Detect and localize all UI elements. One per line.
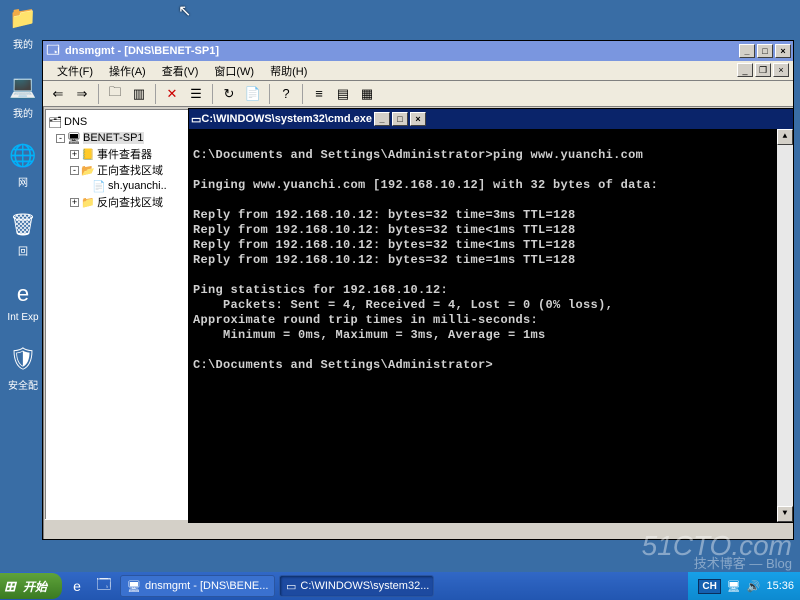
quicklaunch-desktop[interactable]: 🗔 <box>92 574 116 598</box>
maximize-button[interactable]: □ <box>392 112 408 126</box>
cmd-title-text: C:\WINDOWS\system32\cmd.exe <box>201 113 372 125</box>
minimize-button[interactable]: _ <box>374 112 390 126</box>
server-icon: 🖥 <box>67 131 81 145</box>
scroll-down-button[interactable]: ▼ <box>777 506 793 522</box>
quicklaunch-ie[interactable]: e <box>65 574 89 598</box>
icon-button[interactable]: ▦ <box>356 83 378 105</box>
watermark: 51CTO.com 技术博客 — Blog <box>642 533 792 570</box>
tree-root[interactable]: 🗂DNS <box>48 114 190 130</box>
refresh-button[interactable]: ↻ <box>218 83 240 105</box>
cmd-icon: ▭ <box>191 113 201 126</box>
menu-help[interactable]: 帮助(H) <box>262 61 315 81</box>
network-icon: 🌐 <box>7 140 39 172</box>
detail-button[interactable]: ▤ <box>332 83 354 105</box>
dns-icon: 🗂 <box>48 115 62 129</box>
windows-logo-icon: ⊞ <box>4 578 20 594</box>
desktop-icon[interactable]: 📁我的 <box>4 2 42 51</box>
maximize-button[interactable]: □ <box>757 44 773 58</box>
list-button[interactable]: ≡ <box>308 83 330 105</box>
menu-file[interactable]: 文件(F) <box>49 61 101 81</box>
tree-node-forward[interactable]: -📂正向查找区域 <box>48 162 190 178</box>
app-icon: 🖥 <box>127 580 141 593</box>
app-icon: 🗔 <box>45 43 61 59</box>
desktop-icon[interactable]: 🌐网 <box>4 140 42 189</box>
mdi-restore-button[interactable]: ❐ <box>755 63 771 77</box>
collapse-icon[interactable]: - <box>56 134 65 143</box>
start-button[interactable]: ⊞开始 <box>0 573 62 599</box>
forward-button[interactable]: ⇒ <box>71 83 93 105</box>
show-hide-button[interactable]: ▥ <box>128 83 150 105</box>
tree-node-reverse[interactable]: +📁反向查找区域 <box>48 194 190 210</box>
mdi-close-button[interactable]: × <box>773 63 789 77</box>
tray-icon[interactable]: 🔊 <box>747 580 761 593</box>
folder-icon: 📁 <box>7 2 39 34</box>
ie-icon: e <box>7 278 39 310</box>
tree-panel: 🗂DNS -🖥BENET-SP1 +📒事件查看器 -📂正向查找区域 📄sh.yu… <box>45 109 193 537</box>
language-indicator[interactable]: CH <box>698 579 720 594</box>
cmd-window: ▭ C:\WINDOWS\system32\cmd.exe _ □ × C:\D… <box>188 108 794 523</box>
desktop-icons: 📁我的 💻我的 🌐网 🗑回 eInt Exp 🛡安全配 <box>4 2 42 412</box>
menu-view[interactable]: 查看(V) <box>154 61 207 81</box>
close-button[interactable]: × <box>775 44 791 58</box>
scrollbar[interactable]: ▲▼ <box>777 129 793 522</box>
zone-icon: 📄 <box>92 179 106 193</box>
system-tray: CH 🖥 🔊 15:36 <box>688 572 800 600</box>
task-cmd[interactable]: ▭C:\WINDOWS\system32... <box>279 575 434 597</box>
security-icon: 🛡 <box>7 343 39 375</box>
menubar: 文件(F) 操作(A) 查看(V) 窗口(W) 帮助(H) <box>43 61 793 81</box>
tree-node-events[interactable]: +📒事件查看器 <box>48 146 190 162</box>
menu-action[interactable]: 操作(A) <box>101 61 154 81</box>
mdi-minimize-button[interactable]: _ <box>737 63 753 77</box>
tree-server[interactable]: -🖥BENET-SP1 <box>48 130 190 146</box>
recycle-icon: 🗑 <box>7 209 39 241</box>
cmd-output[interactable]: C:\Documents and Settings\Administrator>… <box>189 129 793 522</box>
clock[interactable]: 15:36 <box>766 580 794 592</box>
export-button[interactable]: 📄 <box>242 83 264 105</box>
scroll-track[interactable] <box>777 145 793 506</box>
minimize-button[interactable]: _ <box>739 44 755 58</box>
task-dnsmgmt[interactable]: 🖥dnsmgmt - [DNS\BENE... <box>120 575 275 597</box>
folder-open-icon: 📂 <box>81 163 95 177</box>
cmd-icon: ▭ <box>286 580 296 593</box>
tray-icon[interactable]: 🖥 <box>727 580 741 593</box>
collapse-icon[interactable]: - <box>70 166 79 175</box>
up-button[interactable]: 🗀 <box>104 83 126 105</box>
book-icon: 📒 <box>81 147 95 161</box>
toolbar: ⇐ ⇒ 🗀 ▥ ✕ ☰ ↻ 📄 ? ≡ ▤ ▦ <box>43 81 793 107</box>
dns-titlebar[interactable]: 🗔 dnsmgmt - [DNS\BENET-SP1] _ □ × <box>43 41 793 61</box>
menu-window[interactable]: 窗口(W) <box>206 61 262 81</box>
expand-icon[interactable]: + <box>70 198 79 207</box>
computer-icon: 💻 <box>7 71 39 103</box>
window-title: dnsmgmt - [DNS\BENET-SP1] <box>65 45 219 57</box>
desktop-icon[interactable]: 🗑回 <box>4 209 42 258</box>
delete-button[interactable]: ✕ <box>161 83 183 105</box>
folder-icon: 📁 <box>81 195 95 209</box>
properties-button[interactable]: ☰ <box>185 83 207 105</box>
back-button[interactable]: ⇐ <box>47 83 69 105</box>
expand-icon[interactable]: + <box>70 150 79 159</box>
desktop-icon[interactable]: eInt Exp <box>4 278 42 323</box>
cmd-titlebar[interactable]: ▭ C:\WINDOWS\system32\cmd.exe _ □ × <box>189 109 793 129</box>
close-button[interactable]: × <box>410 112 426 126</box>
mouse-cursor-icon: ↖ <box>178 1 191 21</box>
tree-node-zone[interactable]: 📄sh.yuanchi.. <box>48 178 190 194</box>
taskbar: ⊞开始 e 🗔 🖥dnsmgmt - [DNS\BENE... ▭C:\WIND… <box>0 572 800 600</box>
desktop-icon[interactable]: 🛡安全配 <box>4 343 42 392</box>
desktop-icon[interactable]: 💻我的 <box>4 71 42 120</box>
scroll-up-button[interactable]: ▲ <box>777 129 793 145</box>
help-button[interactable]: ? <box>275 83 297 105</box>
